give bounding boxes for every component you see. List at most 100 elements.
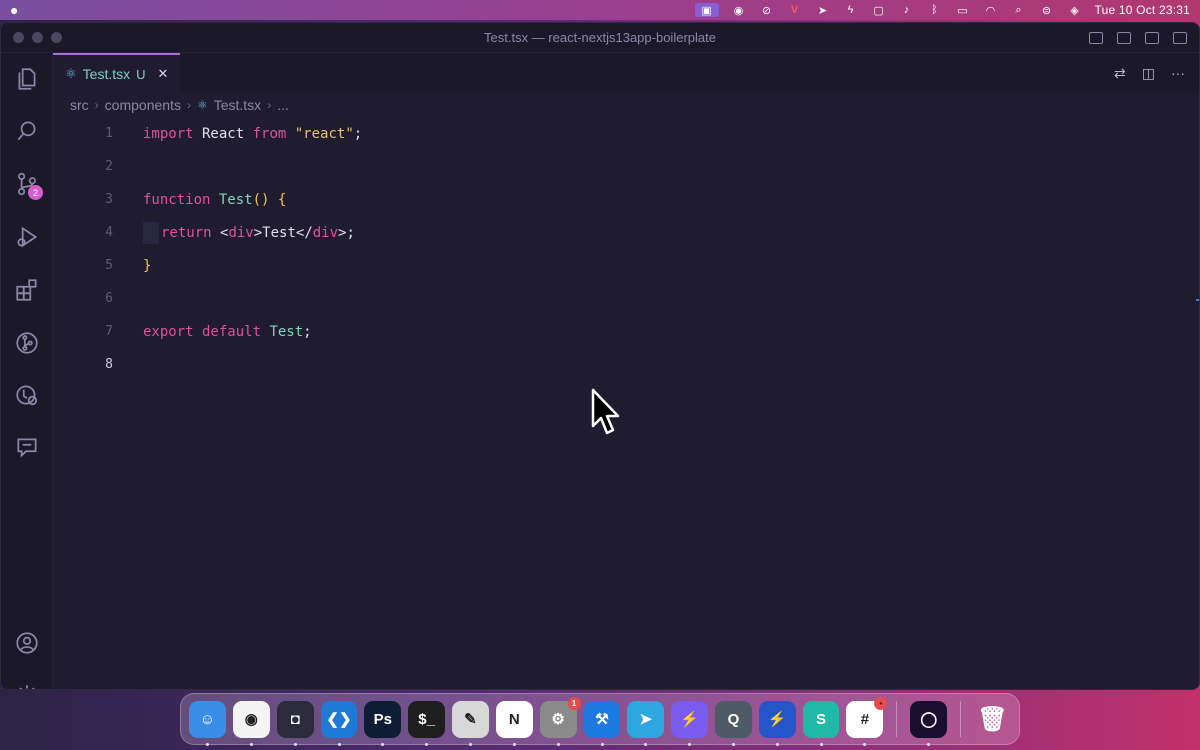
line-number: 1 (105, 126, 113, 141)
running-indicator (556, 742, 560, 746)
account-icon[interactable] (1, 623, 53, 663)
trash-icon[interactable]: 🗑 (974, 701, 1011, 738)
chrome-icon[interactable]: ◉ (232, 700, 270, 746)
quicktime-icon[interactable]: Q (714, 700, 752, 746)
code-text: } (143, 257, 152, 274)
running-indicator (381, 742, 385, 746)
title-bar: Test.tsx — react-nextjs13app-boilerplate (1, 23, 1199, 53)
more-actions-icon[interactable]: ··· (1171, 65, 1185, 82)
notion-icon[interactable]: N (495, 700, 533, 746)
stop-icon[interactable]: ▢ (871, 3, 887, 17)
layout-controls (1089, 31, 1187, 44)
xcode-icon[interactable]: ⚒ (583, 700, 621, 746)
photoshop-icon[interactable]: Ps (364, 700, 402, 746)
terminal-icon[interactable]: $_ (408, 700, 446, 746)
apple-menu-icon[interactable]: ● (10, 2, 18, 18)
running-indicator (600, 742, 604, 746)
git-graph-icon[interactable] (1, 323, 53, 363)
running-indicator (927, 742, 931, 746)
slack-icon[interactable]: # • (846, 696, 888, 746)
customize-layout-icon[interactable] (1173, 31, 1187, 44)
close-window-button[interactable] (13, 32, 24, 43)
search-icon[interactable] (1, 111, 53, 151)
code-text: function Test() { (143, 191, 287, 208)
toggle-panel-icon[interactable] (1117, 31, 1131, 44)
bolt-app-icon[interactable]: ⚡ (758, 700, 796, 746)
record-icon[interactable]: ◉ (731, 3, 747, 17)
zoom-window-button[interactable] (51, 32, 62, 43)
vscode-window: Test.tsx — react-nextjs13app-boilerplate… (0, 22, 1200, 690)
pixelmator-icon[interactable]: ✎ (452, 700, 489, 746)
activity-bar: 2 (1, 53, 53, 689)
explorer-icon[interactable] (1, 59, 53, 99)
extensions-icon[interactable] (1, 270, 53, 310)
messenger-icon[interactable]: ⚡ (671, 700, 708, 746)
chevron-right-icon: › (94, 98, 99, 112)
source-control-icon[interactable]: 2 (1, 164, 53, 204)
screen-mirroring-icon[interactable]: ▣ (694, 3, 719, 17)
minimize-window-button[interactable] (32, 32, 43, 43)
running-indicator (863, 742, 867, 746)
telegram-icon[interactable]: ➤ (627, 700, 665, 746)
line-number: 3 (105, 192, 113, 207)
breadcrumb-components[interactable]: components (105, 97, 181, 113)
code-line: 4 return <div>Test</div>; (53, 216, 1199, 249)
open-changes-icon[interactable]: ⇄ (1114, 65, 1126, 82)
notification-badge: 1 (567, 696, 581, 710)
screen-recorder-icon[interactable]: ◘ (276, 700, 314, 746)
window-title: Test.tsx — react-nextjs13app-boilerplate (484, 30, 716, 45)
comments-icon[interactable] (1, 428, 53, 468)
dock-separator (896, 701, 898, 737)
code-line: 5 } (53, 249, 1199, 282)
indent-guide (143, 221, 159, 244)
chevron-right-icon: › (267, 98, 272, 112)
toggle-secondary-sidebar-icon[interactable] (1145, 31, 1159, 44)
editor-tabs: ⚛ Test.tsx U ✕ ⇄ ◫ ··· (53, 53, 1199, 93)
telegram-icon[interactable]: ➤ (815, 3, 831, 17)
code-line: 3 function Test() { (53, 183, 1199, 216)
code-line: 8 (53, 348, 1199, 381)
menu-bar-clock[interactable]: Tue 10 Oct 23:31 (1095, 3, 1190, 17)
vivaldi-icon[interactable]: V (787, 3, 803, 17)
tab-test-tsx[interactable]: ⚛ Test.tsx U ✕ (53, 53, 181, 93)
remote-explorer-icon[interactable] (1, 375, 53, 415)
breadcrumb-symbol[interactable]: ... (277, 97, 289, 113)
bluetooth-icon[interactable]: ᛒ (927, 3, 943, 17)
window-controls (1, 32, 62, 43)
vscode-icon[interactable]: ❮❯ (320, 700, 358, 746)
bolt-icon[interactable]: ϟ (843, 3, 859, 17)
tab-filename: Test.tsx (82, 66, 131, 82)
line-number: 2 (105, 159, 113, 174)
code-text: export default Test; (143, 323, 312, 340)
control-center-icon[interactable]: ⊜ (1039, 3, 1055, 17)
split-editor-icon[interactable]: ◫ (1142, 65, 1155, 82)
battery-icon[interactable]: ▭ (955, 3, 971, 17)
source-control-badge: 2 (28, 185, 43, 200)
close-tab-icon[interactable]: ✕ (158, 66, 169, 82)
surfshark-icon[interactable]: S (802, 700, 840, 746)
status-area: ▣ ◉ ⊘ V ➤ ϟ ▢ ♪ ᛒ ▭ ◠ ⌕ ⊜ ◈ Tue 10 Oct 2… (694, 3, 1190, 17)
code-editor[interactable]: 1 import React from "react"; 2 3 functio… (53, 117, 1199, 689)
wifi-icon[interactable]: ◠ (983, 3, 999, 17)
code-line: 7 export default Test; (53, 315, 1199, 348)
breadcrumb-src[interactable]: src (70, 97, 89, 113)
code-line: 2 (53, 150, 1199, 183)
notification-badge: • (874, 696, 888, 710)
code-text: return <div>Test</div>; (143, 221, 355, 244)
breadcrumb-file[interactable]: Test.tsx (214, 97, 261, 113)
running-indicator (249, 742, 253, 746)
siri-icon[interactable]: ◈ (1067, 3, 1083, 17)
toggle-primary-sidebar-icon[interactable] (1089, 31, 1103, 44)
settings-gear-icon[interactable] (1, 675, 53, 689)
run-debug-icon[interactable] (1, 217, 53, 257)
running-indicator (819, 742, 823, 746)
volume-icon[interactable]: ♪ (899, 3, 915, 17)
search-icon[interactable]: ⌕ (1011, 3, 1027, 17)
running-indicator (731, 742, 735, 746)
bell-slash-icon[interactable]: ⊘ (759, 3, 775, 17)
arc-browser-icon[interactable]: ◯ (910, 700, 948, 746)
running-indicator (206, 742, 210, 746)
finder-icon[interactable]: ☺ (189, 700, 226, 746)
running-indicator (775, 742, 779, 746)
system-settings-icon[interactable]: ⚙ 1 (539, 696, 581, 746)
